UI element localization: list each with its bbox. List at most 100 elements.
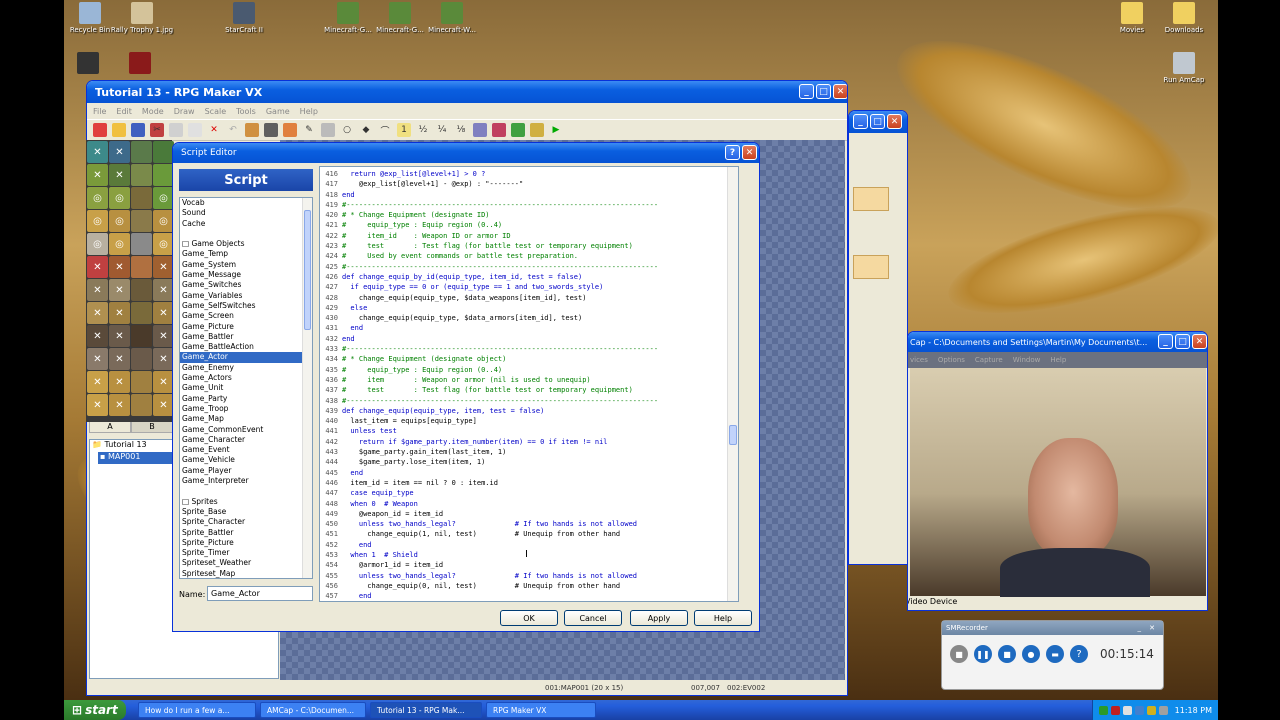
background-window-titlebar[interactable]: _ □ ✕ xyxy=(849,111,907,133)
fill-icon[interactable]: ◆ xyxy=(359,123,373,137)
tile[interactable]: ✕ xyxy=(153,302,174,324)
script-list-item[interactable]: Game_Map xyxy=(180,414,312,424)
folder-icon[interactable]: ▬ xyxy=(1046,645,1064,663)
code-scrollbar[interactable] xyxy=(727,167,738,601)
script-list-item[interactable]: Game_Interpreter xyxy=(180,476,312,486)
smrecorder-titlebar[interactable]: SMRecorder _ ✕ xyxy=(942,621,1163,635)
script-list-item[interactable]: Game_Vehicle xyxy=(180,455,312,465)
scrollbar-thumb[interactable] xyxy=(304,210,311,330)
tile[interactable]: ✕ xyxy=(87,302,108,324)
tile[interactable]: ✕ xyxy=(87,348,108,370)
tile[interactable]: ✕ xyxy=(109,256,130,278)
zoom-1-icon[interactable]: 1 xyxy=(397,123,411,137)
script-list[interactable]: Vocab Sound Cache □ Game Objects Game_Temp Ga… xyxy=(179,197,313,579)
tile[interactable] xyxy=(131,233,152,255)
script-list-item[interactable]: Spriteset_Weather xyxy=(180,558,312,568)
tile[interactable] xyxy=(131,371,152,393)
tile[interactable]: ✕ xyxy=(87,279,108,301)
script-list-item[interactable]: Sprite_Battler xyxy=(180,528,312,538)
antivirus-icon[interactable] xyxy=(1110,705,1120,715)
amcap-window[interactable]: Cap - C:\Documents and Settings\Martin\M… xyxy=(907,331,1208,611)
script-list-item[interactable] xyxy=(180,229,312,239)
sound-test-icon[interactable] xyxy=(530,123,544,137)
code-editor[interactable]: 416 return @exp_list[@level+1] > 0 ? 417 … xyxy=(319,166,739,602)
tile[interactable]: ✕ xyxy=(109,302,130,324)
maximize-button[interactable]: □ xyxy=(1175,334,1190,349)
script-name-field[interactable] xyxy=(207,586,313,601)
script-list-item[interactable]: Sprite_Base xyxy=(180,507,312,517)
menu-file[interactable]: File xyxy=(93,107,106,116)
script-list-item[interactable]: Game_Temp xyxy=(180,249,312,259)
script-list-item[interactable]: Game_BattleAction xyxy=(180,342,312,352)
tile[interactable]: ✕ xyxy=(109,371,130,393)
menu-tools[interactable]: Tools xyxy=(236,107,256,116)
app-tray-icon[interactable] xyxy=(1146,705,1156,715)
ok-button[interactable]: OK xyxy=(500,610,558,626)
script-list-item[interactable]: Game_Picture xyxy=(180,322,312,332)
playtest-icon[interactable]: ▶ xyxy=(549,123,563,137)
script-list-item[interactable]: Sprite_Character xyxy=(180,517,312,527)
stop-icon[interactable]: ■ xyxy=(998,645,1016,663)
pencil-icon[interactable]: ✎ xyxy=(302,123,316,137)
script-list-item[interactable] xyxy=(180,486,312,496)
desktop-icon-downloads[interactable]: Downloads xyxy=(1152,2,1216,34)
script-list-item[interactable]: Game_Unit xyxy=(180,383,312,393)
script-list-item[interactable]: Game_CommonEvent xyxy=(180,425,312,435)
menu-capture[interactable]: Capture xyxy=(975,356,1003,364)
menu-window[interactable]: Window xyxy=(1013,356,1041,364)
minimize-button[interactable]: _ xyxy=(799,84,814,99)
tile[interactable]: ✕ xyxy=(153,371,174,393)
script-list-item[interactable]: Game_Enemy xyxy=(180,363,312,373)
close-button[interactable]: ✕ xyxy=(1149,624,1155,632)
database-icon[interactable] xyxy=(473,123,487,137)
scrollbar-thumb[interactable] xyxy=(729,425,737,445)
help-dialog-button[interactable]: Help xyxy=(694,610,752,626)
tile[interactable]: ✕ xyxy=(153,394,174,416)
tile[interactable]: ✕ xyxy=(87,371,108,393)
tile[interactable] xyxy=(131,187,152,209)
script-list-item[interactable]: Game_Variables xyxy=(180,291,312,301)
tile[interactable]: ✕ xyxy=(109,164,130,186)
menu-game[interactable]: Game xyxy=(266,107,290,116)
menu-draw[interactable]: Draw xyxy=(174,107,195,116)
script-list-item[interactable]: Game_Switches xyxy=(180,280,312,290)
menu-help[interactable]: Help xyxy=(300,107,318,116)
new-project-icon[interactable] xyxy=(93,123,107,137)
desktop-icon-starcraft[interactable]: StarCraft II xyxy=(212,2,276,34)
task-browser[interactable]: How do I run a few a... xyxy=(138,702,256,718)
script-editor-titlebar[interactable]: Script Editor ? ✕ xyxy=(173,143,759,163)
script-list-item[interactable]: Game_System xyxy=(180,260,312,270)
tile[interactable]: ✕ xyxy=(109,394,130,416)
tile[interactable] xyxy=(153,141,174,163)
desktop-icon-amcap[interactable]: Run AmCap xyxy=(1152,52,1216,84)
comment-icon[interactable]: ● xyxy=(1022,645,1040,663)
close-button[interactable]: ✕ xyxy=(1192,334,1207,349)
tile[interactable] xyxy=(131,164,152,186)
tile[interactable] xyxy=(131,256,152,278)
volume-icon[interactable] xyxy=(1122,705,1132,715)
script-list-item[interactable]: Game_Screen xyxy=(180,311,312,321)
tile[interactable]: ✕ xyxy=(109,325,130,347)
update-icon[interactable] xyxy=(1134,705,1144,715)
script-list-item[interactable]: Game_Character xyxy=(180,435,312,445)
maximize-button[interactable]: □ xyxy=(816,84,831,99)
tile[interactable]: ✕ xyxy=(153,279,174,301)
maximize-button[interactable]: □ xyxy=(870,114,885,129)
task-amcap[interactable]: AMCap - C:\Documen... xyxy=(260,702,366,718)
menu-edit[interactable]: Edit xyxy=(116,107,132,116)
tile[interactable]: ◎ xyxy=(109,233,130,255)
script-list-item[interactable]: Game_Event xyxy=(180,445,312,455)
script-list-item[interactable]: Game_Actor xyxy=(180,352,312,363)
start-button[interactable]: ⊞ start xyxy=(64,700,126,720)
map-tree-map001[interactable]: ▪ MAP001 xyxy=(98,452,174,464)
close-button[interactable]: ✕ xyxy=(742,145,757,160)
close-button[interactable]: ✕ xyxy=(887,114,902,129)
tileset-tab-a[interactable]: A xyxy=(89,421,131,433)
minimize-button[interactable]: _ xyxy=(853,114,868,129)
menu-mode[interactable]: Mode xyxy=(142,107,164,116)
script-list-item[interactable]: □ Game Objects xyxy=(180,239,312,249)
script-icon[interactable] xyxy=(511,123,525,137)
tile[interactable]: ◎ xyxy=(87,210,108,232)
script-list-item[interactable]: Game_SelfSwitches xyxy=(180,301,312,311)
record-icon[interactable]: ■ xyxy=(950,645,968,663)
